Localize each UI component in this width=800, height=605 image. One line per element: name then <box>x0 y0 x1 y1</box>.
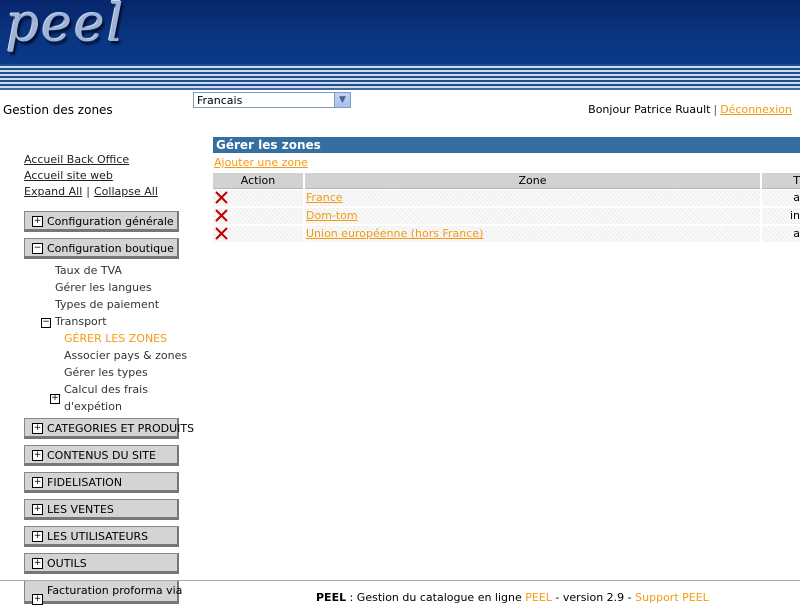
column-header-action: Action <box>213 173 303 189</box>
menu-label: Configuration boutique <box>47 242 174 255</box>
menu-configuration-boutique[interactable]: − Configuration boutique <box>24 238 179 259</box>
menu-fidelisation[interactable]: + FIDELISATION <box>24 472 179 493</box>
menu-label: Facturation proforma via <box>47 584 183 597</box>
table-row: Union européenne (hors France) a <box>213 226 800 242</box>
table-row: France a <box>213 190 800 206</box>
column-header-type: T <box>762 173 800 189</box>
menu-les-utilisateurs[interactable]: + LES UTILISATEURS <box>24 526 179 547</box>
expand-icon[interactable]: + <box>32 450 43 461</box>
submenu-gerer-types[interactable]: Gérer les types <box>64 366 148 379</box>
collapse-icon[interactable]: − <box>41 318 51 328</box>
expand-all-link[interactable]: Expand All <box>24 185 82 198</box>
header-banner: peel <box>0 0 800 64</box>
collapse-icon[interactable]: − <box>32 243 43 254</box>
menu-label: Configuration générale <box>47 215 174 228</box>
link-accueil-back-office[interactable]: Accueil Back Office <box>24 153 129 166</box>
action-cell <box>213 226 303 242</box>
menu-facturation-proforma[interactable]: + Facturation proforma via <box>24 580 183 605</box>
table-row: Dom-tom in <box>213 208 800 224</box>
menu-label: LES VENTES <box>47 503 114 516</box>
submenu-transport[interactable]: Transport <box>55 315 107 328</box>
submenu-taux-tva[interactable]: Taux de TVA <box>55 264 122 277</box>
expand-icon[interactable]: + <box>32 531 43 542</box>
menu-label: CONTENUS DU SITE <box>47 449 156 462</box>
menu-les-ventes[interactable]: + LES VENTES <box>24 499 179 520</box>
extra-value: in <box>789 209 800 222</box>
extra-value: a <box>793 227 800 240</box>
menu-categories-produits[interactable]: + CATEGORIES ET PRODUITS <box>24 418 194 439</box>
menu-label: CATEGORIES ET PRODUITS <box>47 422 195 435</box>
submenu-calcul-frais-line2[interactable]: d'expétion <box>64 400 122 413</box>
footer-divider <box>0 580 800 581</box>
footer: PEEL : Gestion du catalogue en ligne PEE… <box>316 591 709 604</box>
submenu-types-paiement[interactable]: Types de paiement <box>55 298 159 311</box>
menu-label: LES UTILISATEURS <box>47 530 149 543</box>
expand-icon[interactable]: + <box>50 394 60 404</box>
submenu-gerer-langues[interactable]: Gérer les langues <box>55 281 152 294</box>
user-greeting: Bonjour Patrice Ruault <box>588 103 711 116</box>
action-cell <box>213 208 303 224</box>
menu-contenus-site[interactable]: + CONTENUS DU SITE <box>24 445 179 466</box>
language-select[interactable]: Francais ▼ <box>193 92 351 108</box>
extra-value: a <box>793 191 800 204</box>
extra-cell: a <box>762 190 800 206</box>
link-accueil-site-web[interactable]: Accueil site web <box>24 169 113 182</box>
zone-cell: Dom-tom <box>305 208 760 224</box>
menu-label: OUTILS <box>47 557 87 570</box>
action-cell <box>213 190 303 206</box>
zone-link[interactable]: Union européenne (hors France) <box>306 227 483 240</box>
expand-icon[interactable]: + <box>32 423 43 434</box>
header-divider <box>0 88 800 90</box>
zone-cell: Union européenne (hors France) <box>305 226 760 242</box>
menu-label: FIDELISATION <box>47 476 123 489</box>
extra-cell: a <box>762 226 800 242</box>
peel-logo[interactable]: peel <box>6 0 125 54</box>
submenu-gerer-zones[interactable]: GÉRER LES ZONES <box>64 332 167 345</box>
expand-icon[interactable]: + <box>32 216 43 227</box>
panel-title: Gérer les zones <box>213 137 800 153</box>
logout-link[interactable]: Déconnexion <box>720 103 792 116</box>
expand-icon[interactable]: + <box>32 504 43 515</box>
user-area: Bonjour Patrice Ruault | Déconnexion <box>588 103 792 116</box>
collapse-all-link[interactable]: Collapse All <box>94 185 158 198</box>
language-select-value: Francais <box>197 94 243 107</box>
footer-support-link[interactable]: Support PEEL <box>635 591 709 604</box>
footer-text: : Gestion du catalogue en ligne <box>346 591 526 604</box>
zone-cell: France <box>305 190 760 206</box>
delete-icon[interactable] <box>215 191 228 204</box>
header-stripes <box>0 64 800 90</box>
submenu-calcul-frais[interactable]: Calcul des frais <box>64 383 148 396</box>
extra-cell: in <box>762 208 800 224</box>
zone-link[interactable]: France <box>306 191 343 204</box>
separator: | <box>713 103 718 116</box>
footer-version: - version 2.9 - <box>551 591 636 604</box>
column-header-zone: Zone <box>305 173 760 189</box>
footer-brand: PEEL <box>316 591 347 604</box>
delete-icon[interactable] <box>215 227 228 240</box>
menu-configuration-generale[interactable]: + Configuration générale <box>24 211 179 232</box>
sidebar-links: Accueil Back Office Accueil site web Exp… <box>24 152 158 200</box>
footer-peel-link[interactable]: PEEL <box>525 591 552 604</box>
delete-icon[interactable] <box>215 209 228 222</box>
add-zone-link[interactable]: Ajouter une zone <box>214 156 308 169</box>
chevron-down-icon[interactable]: ▼ <box>334 93 350 107</box>
submenu-associer-pays-zones[interactable]: Associer pays & zones <box>64 349 187 362</box>
zone-link[interactable]: Dom-tom <box>306 209 358 222</box>
page-title: Gestion des zones <box>3 103 113 117</box>
separator: | <box>86 185 90 198</box>
expand-icon[interactable]: + <box>32 477 43 488</box>
menu-outils[interactable]: + OUTILS <box>24 553 179 574</box>
expand-icon[interactable]: + <box>32 558 43 569</box>
